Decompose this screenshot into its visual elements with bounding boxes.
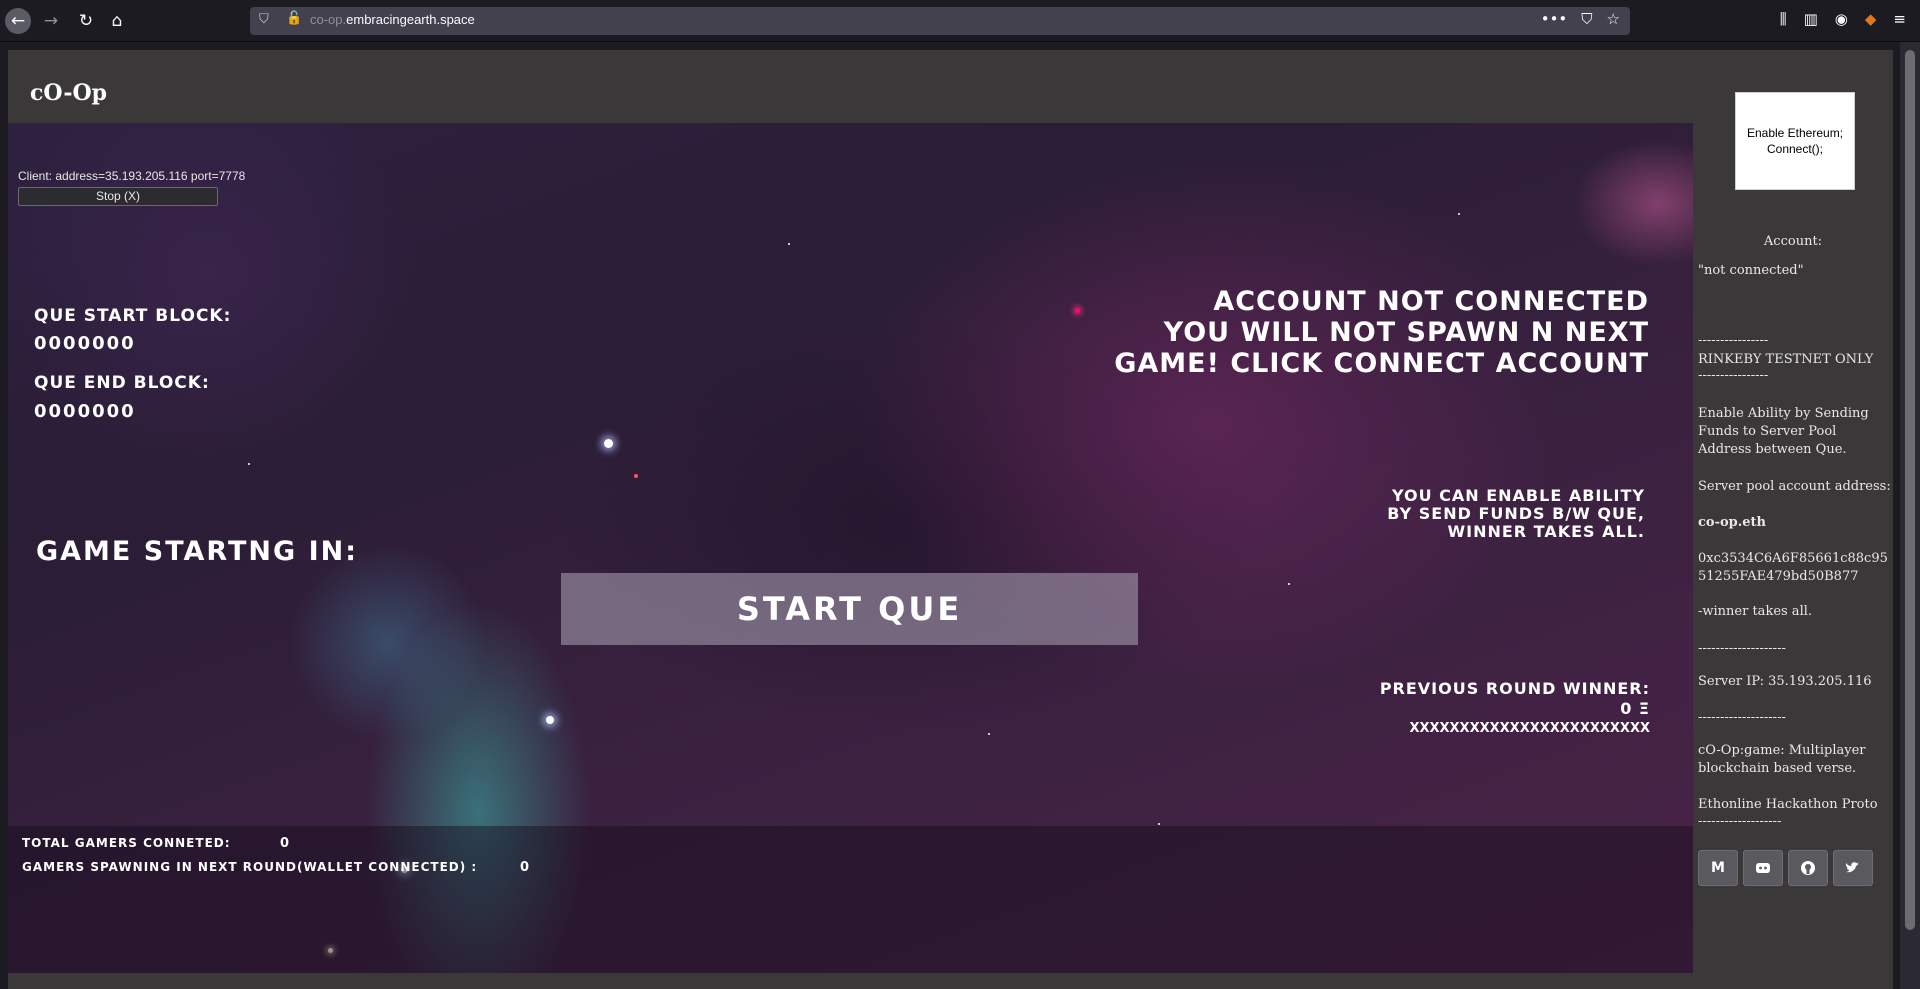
shield-icon[interactable]: ⛉ [259, 12, 273, 28]
forward-icon[interactable]: → [38, 8, 64, 34]
library-icon[interactable]: ⫼ [1780, 10, 1787, 28]
enable-ethereum-button[interactable]: Enable Ethereum; Connect(); [1735, 92, 1855, 190]
star [1288, 583, 1290, 585]
ability-line: WINNER TAKES ALL. [1447, 522, 1645, 541]
previous-winner: PREVIOUS ROUND WINNER: 0 Ξ XXXXXXXXXXXXX… [1380, 679, 1650, 739]
stats-bar: TOTAL GAMERS CONNETED: 0 GAMERS SPAWNING… [8, 826, 1693, 973]
divider: ------------------- [1698, 814, 1782, 829]
divider: -------------------- [1698, 710, 1786, 725]
bookmark-star-icon[interactable]: ☆ [1607, 10, 1620, 28]
warning-line: ACCOUNT NOT CONNECTED [1213, 286, 1649, 317]
pool-address[interactable]: 0xc3534C6A6F85661c88c9551255FAE479bd50B8… [1698, 550, 1892, 586]
home-icon[interactable]: ⌂ [104, 8, 130, 34]
game-canvas[interactable]: Client: address=35.193.205.116 port=7778… [8, 123, 1693, 973]
stop-button[interactable]: Stop (X) [18, 187, 218, 206]
divider: ---------------- [1698, 368, 1769, 383]
reload-icon[interactable]: ↻ [73, 8, 99, 34]
star [1075, 308, 1080, 313]
divider: -------------------- [1698, 641, 1786, 656]
sidebar-icon[interactable]: ▥ [1804, 10, 1818, 28]
sidebar: Enable Ethereum; Connect(); Account: "not… [1693, 50, 1893, 989]
total-gamers-label: TOTAL GAMERS CONNETED: [22, 836, 231, 850]
spawning-gamers-label: GAMERS SPAWNING IN NEXT ROUND(WALLET CON… [22, 860, 478, 874]
star [988, 733, 990, 735]
pool-label: Server pool account address: [1698, 479, 1891, 494]
address-bar[interactable]: ⛉ 🔓 co-op.embracingearth.space ••• ⛉ ☆ [250, 7, 1630, 35]
start-que-button[interactable]: START QUE [561, 573, 1138, 645]
medium-icon[interactable]: M [1698, 850, 1738, 886]
star [788, 243, 790, 245]
back-icon[interactable]: ← [5, 8, 31, 34]
que-end-value: 0000000 [34, 401, 136, 422]
pool-ens[interactable]: co-op.eth [1698, 514, 1892, 532]
page: cO-Op Client: address=35.193.205.116 por… [8, 50, 1893, 989]
about-text: cO-Op:game: Multiplayer blockchain based… [1698, 743, 1866, 776]
ability-note: YOU CAN ENABLE ABILITY BY SEND FUNDS B/W… [1387, 487, 1645, 541]
star [546, 716, 554, 724]
insecure-lock-icon[interactable]: 🔓 [286, 11, 302, 29]
que-start-label: QUE START BLOCK: [34, 306, 232, 326]
game-starting-label: GAME STARTNG IN: [36, 536, 359, 567]
ability-line: BY SEND FUNDS B/W QUE, [1387, 504, 1645, 523]
que-end-label: QUE END BLOCK: [34, 373, 210, 393]
star [248, 463, 250, 465]
star [1458, 213, 1460, 215]
github-icon[interactable] [1788, 850, 1828, 886]
spawning-gamers-value: 0 [520, 860, 530, 875]
divider: ---------------- [1698, 333, 1769, 348]
client-info: Client: address=35.193.205.116 port=7778 [18, 169, 246, 183]
twitter-icon[interactable] [1833, 850, 1873, 886]
star [1158, 823, 1160, 825]
warning-line: GAME! CLICK CONNECT ACCOUNT [1114, 348, 1649, 379]
warning-line: YOU WILL NOT SPAWN N NEXT [1163, 317, 1649, 348]
account-warning: ACCOUNT NOT CONNECTED YOU WILL NOT SPAWN… [1114, 286, 1649, 379]
hackathon-text: Ethonline Hackathon Proto [1698, 797, 1878, 812]
ability-line: YOU CAN ENABLE ABILITY [1391, 486, 1645, 505]
que-start-value: 0000000 [34, 333, 136, 354]
social-links: M [1698, 850, 1873, 886]
previous-winner-amount: 0 Ξ [1620, 699, 1650, 718]
total-gamers-value: 0 [280, 836, 290, 851]
pocket-icon[interactable]: ⛉ [1581, 10, 1592, 28]
site-title: cO-Op [30, 80, 108, 106]
browser-toolbar: ← → ↻ ⌂ ⛉ 🔓 co-op.embracingearth.space •… [0, 0, 1920, 42]
account-icon[interactable]: ◉ [1835, 10, 1848, 28]
previous-winner-address: XXXXXXXXXXXXXXXXXXXXXXXX [1409, 721, 1650, 736]
account-value: "not connected" [1698, 263, 1804, 278]
discord-icon[interactable] [1743, 850, 1783, 886]
page-actions-icon[interactable]: ••• [1541, 10, 1568, 28]
ability-instructions: Enable Ability by Sending Funds to Serve… [1698, 406, 1869, 457]
account-label: Account: [1763, 234, 1823, 249]
server-ip: Server IP: 35.193.205.116 [1698, 674, 1872, 689]
winner-note: -winner takes all. [1698, 604, 1813, 619]
scroll-thumb[interactable] [1905, 50, 1915, 930]
previous-winner-label: PREVIOUS ROUND WINNER: [1379, 679, 1650, 698]
scrollbar[interactable] [1900, 42, 1920, 989]
star [604, 439, 613, 448]
metamask-icon[interactable]: ◆ [1865, 10, 1877, 28]
url-text[interactable]: co-op.embracingearth.space [310, 12, 475, 27]
star [634, 474, 638, 478]
menu-icon[interactable]: ≡ [1893, 10, 1906, 28]
